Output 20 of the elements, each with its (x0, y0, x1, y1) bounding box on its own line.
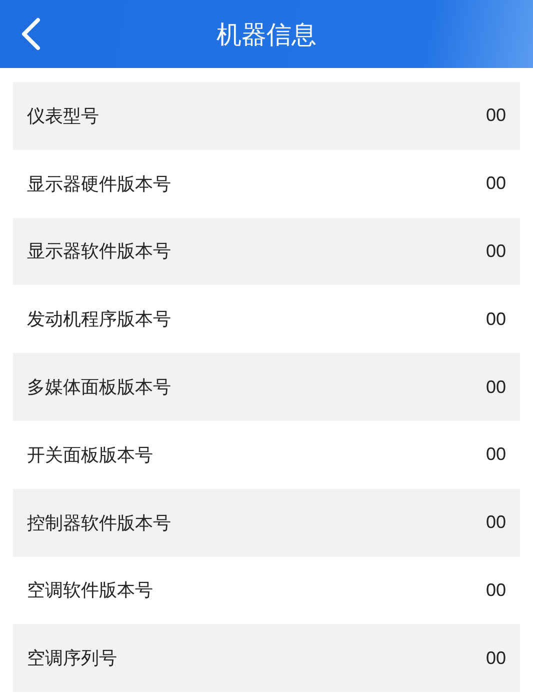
info-value: 00 (486, 580, 506, 601)
page-title: 机器信息 (216, 18, 316, 50)
info-value: 00 (486, 512, 506, 534)
back-icon (19, 17, 41, 51)
info-label: 发动机程序版本号 (27, 308, 171, 332)
info-value: 00 (486, 444, 506, 466)
info-label: 显示器硬件版本号 (27, 172, 171, 196)
info-label: 多媒体面板版本号 (27, 376, 171, 400)
info-label: 仪表型号 (27, 104, 99, 128)
info-value: 00 (486, 105, 506, 126)
info-label: 开关面板版本号 (27, 444, 153, 467)
info-value: 00 (486, 308, 506, 330)
info-value: 00 (486, 648, 506, 669)
info-value: 00 (486, 240, 506, 262)
info-label: 显示器软件版本号 (27, 240, 171, 264)
info-label: 空调软件版本号 (27, 579, 153, 602)
info-value: 00 (486, 376, 506, 398)
info-label: 控制器软件版本号 (27, 512, 171, 535)
info-value: 00 (486, 173, 506, 194)
info-label: 空调序列号 (27, 647, 117, 670)
